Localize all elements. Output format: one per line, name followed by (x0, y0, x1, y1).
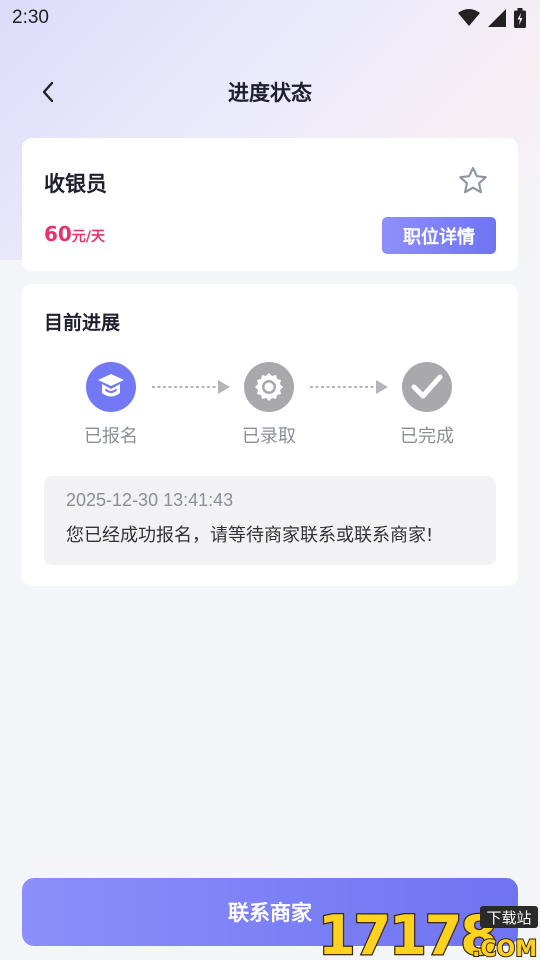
job-title: 收银员 (44, 172, 107, 196)
star-outline-icon (459, 166, 487, 194)
step-hired-circle (244, 362, 294, 412)
step-registered-label: 已报名 (84, 426, 138, 447)
signal-icon (488, 9, 506, 27)
status-time: 2:30 (12, 7, 49, 28)
step-registered: 已报名 (66, 362, 156, 448)
header: 进度状态 (0, 62, 540, 122)
job-card: 收银员 60元/天 职位详情 (22, 138, 518, 271)
back-button[interactable] (32, 76, 64, 108)
step-registered-circle (86, 362, 136, 412)
step-completed-label: 已完成 (400, 426, 454, 447)
wifi-icon (458, 9, 480, 26)
step-hired-label: 已录取 (242, 426, 296, 447)
step-arrow (310, 380, 388, 394)
battery-icon (514, 8, 526, 28)
log-time: 2025-12-30 13:41:43 (66, 490, 234, 510)
step-arrow (152, 380, 230, 394)
graduation-cap-icon (98, 374, 124, 397)
watermark-number: 17178 (318, 904, 496, 960)
salary: 60元/天 (44, 222, 105, 246)
salary-amount: 60 (44, 222, 72, 246)
log-message: 您已经成功报名，请等待商家联系或联系商家! (66, 525, 434, 546)
step-hired: 已录取 (224, 362, 314, 448)
watermark-suffix: .COM (472, 937, 537, 960)
page-title: 进度状态 (228, 81, 312, 105)
watermark-logo: 17178 .COM 下载站 (317, 903, 538, 960)
salary-unit: 元/天 (71, 229, 105, 245)
favorite-button[interactable] (456, 164, 490, 198)
progress-log: 2025-12-30 13:41:43 您已经成功报名，请等待商家联系或联系商家… (44, 476, 496, 565)
badge-icon (255, 373, 283, 401)
status-icons (458, 8, 526, 28)
check-icon (411, 374, 443, 399)
progress-card: 目前进展 已报名 已录取 已完成 2025-12-30 13:41:43 您已经… (22, 284, 518, 586)
status-bar: 2:30 (0, 0, 540, 36)
watermark-tag: 下载站 (486, 909, 531, 927)
progress-title: 目前进展 (44, 312, 121, 334)
step-completed-circle (402, 362, 452, 412)
chevron-left-icon (42, 81, 54, 103)
step-completed: 已完成 (382, 362, 472, 448)
job-detail-button[interactable]: 职位详情 (382, 217, 496, 254)
